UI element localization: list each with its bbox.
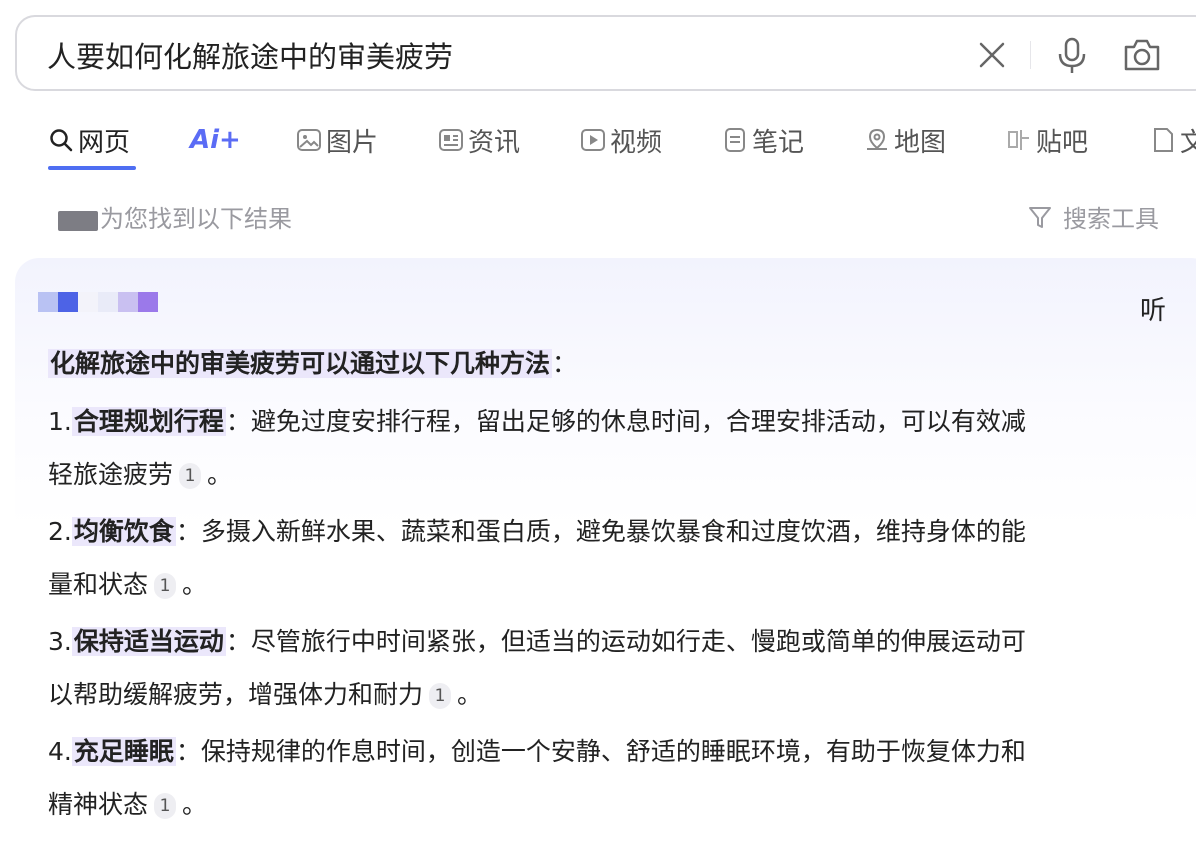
list-item-title: 合理规划行程	[71, 407, 226, 436]
active-tab-indicator	[48, 166, 136, 170]
camera-icon[interactable]	[1122, 35, 1162, 75]
list-item-number: 3.	[48, 627, 72, 656]
tab-map[interactable]: 地图	[864, 120, 946, 160]
tab-label: 地图	[894, 127, 947, 158]
list-item-text: ：多摄入新鲜水果、蔬菜和蛋白质，避免暴饮暴食和过度饮酒，维持身体的能	[175, 517, 1026, 546]
list-item: 1.合理规划行程：避免过度安排行程，留出足够的休息时间，合理安排活动，可以有效减	[48, 394, 1026, 449]
tab-label: 网页	[78, 127, 131, 158]
tab-tieba[interactable]: 贴吧	[1006, 120, 1088, 160]
list-item-text: 以帮助缓解疲劳，增强体力和耐力	[48, 680, 424, 709]
search-input[interactable]	[47, 35, 927, 75]
note-icon	[722, 127, 748, 153]
citation-badge[interactable]: 1	[179, 463, 202, 489]
list-item-continuation: 精神状态 1。	[48, 777, 207, 832]
doc-icon	[1150, 127, 1176, 153]
search-tools-button[interactable]: 搜索工具	[1027, 199, 1159, 234]
list-item: 2.均衡饮食：多摄入新鲜水果、蔬菜和蛋白质，避免暴饮暴食和过度饮酒，维持身体的能	[48, 504, 1026, 559]
tab-web[interactable]: 网页	[48, 120, 130, 160]
tab-notes[interactable]: 笔记	[722, 120, 804, 160]
list-item-continuation: 轻旅途疲劳 1。	[48, 447, 232, 502]
tab-news[interactable]: 资讯	[438, 120, 520, 160]
end-mark: 。	[182, 790, 208, 819]
end-mark: 。	[182, 570, 208, 599]
list-item-number: 2.	[48, 517, 72, 546]
image-icon	[296, 127, 322, 153]
tab-label: 资讯	[468, 127, 521, 158]
tab-label: 笔记	[752, 127, 805, 158]
video-icon	[580, 127, 606, 153]
ai-icon: Ai+	[190, 125, 241, 155]
tab-images[interactable]: 图片	[296, 120, 378, 160]
citation-badge[interactable]: 1	[154, 573, 177, 599]
map-icon	[864, 127, 890, 153]
list-item-number: 1.	[48, 407, 72, 436]
list-item-title: 充足睡眠	[71, 737, 176, 766]
list-item-text: 精神状态	[48, 790, 149, 819]
tieba-icon	[1006, 127, 1032, 153]
tab-videos[interactable]: 视频	[580, 120, 662, 160]
search-box	[15, 15, 1196, 91]
end-mark: 。	[207, 460, 233, 489]
divider	[1030, 41, 1031, 69]
news-icon	[438, 127, 464, 153]
ai-brand-logo	[38, 292, 158, 312]
redacted-block	[58, 211, 98, 231]
tab-label: 视频	[610, 127, 663, 158]
list-item-text: 量和状态	[48, 570, 149, 599]
clear-icon[interactable]	[972, 35, 1012, 75]
list-item-number: 4.	[48, 737, 72, 766]
list-item-text: ：尽管旅行中时间紧张，但适当的运动如行走、慢跑或简单的伸展运动可	[225, 627, 1026, 656]
answer-intro: 化解旅途中的审美疲劳可以通过以下几种方法：	[48, 336, 577, 391]
list-item-text: ：保持规律的作息时间，创造一个安静、舒适的睡眠环境，有助于恢复体力和	[175, 737, 1026, 766]
list-item-title: 保持适当运动	[71, 627, 226, 656]
list-item-title: 均衡饮食	[71, 517, 176, 546]
tab-label: 文	[1180, 127, 1196, 158]
search-icon	[48, 127, 74, 153]
end-mark: 。	[457, 680, 483, 709]
citation-badge[interactable]: 1	[154, 793, 177, 819]
list-item-text: ：避免过度安排行程，留出足够的休息时间，合理安排活动，可以有效减	[225, 407, 1026, 436]
microphone-icon[interactable]	[1052, 35, 1092, 75]
list-item-text: 轻旅途疲劳	[48, 460, 174, 489]
search-tools-label: 搜索工具	[1063, 205, 1159, 233]
answer-intro-text: 化解旅途中的审美疲劳可以通过以下几种方法	[48, 349, 553, 378]
tab-ai[interactable]: Ai+	[190, 120, 241, 160]
filter-icon	[1027, 204, 1053, 230]
tab-doc[interactable]: 文	[1150, 120, 1196, 160]
answer-intro-colon: ：	[552, 349, 578, 378]
tab-label: 图片	[326, 127, 379, 158]
list-item: 3.保持适当运动：尽管旅行中时间紧张，但适当的运动如行走、慢跑或简单的伸展运动可	[48, 614, 1026, 669]
list-item-continuation: 量和状态 1。	[48, 557, 207, 612]
listen-button[interactable]: 听	[1140, 290, 1166, 327]
tab-label: 贴吧	[1036, 127, 1089, 158]
list-item-continuation: 以帮助缓解疲劳，增强体力和耐力 1。	[48, 667, 482, 722]
result-info-bar: 为您找到以下结果 搜索工具	[0, 195, 1196, 235]
list-item: 4.充足睡眠：保持规律的作息时间，创造一个安静、舒适的睡眠环境，有助于恢复体力和	[48, 724, 1026, 779]
result-count-text: 为您找到以下结果	[100, 205, 292, 233]
citation-badge[interactable]: 1	[429, 683, 452, 709]
search-tabs: 网页 Ai+ 图片 资讯 视频 笔记 地图 贴吧 文	[0, 112, 1196, 172]
